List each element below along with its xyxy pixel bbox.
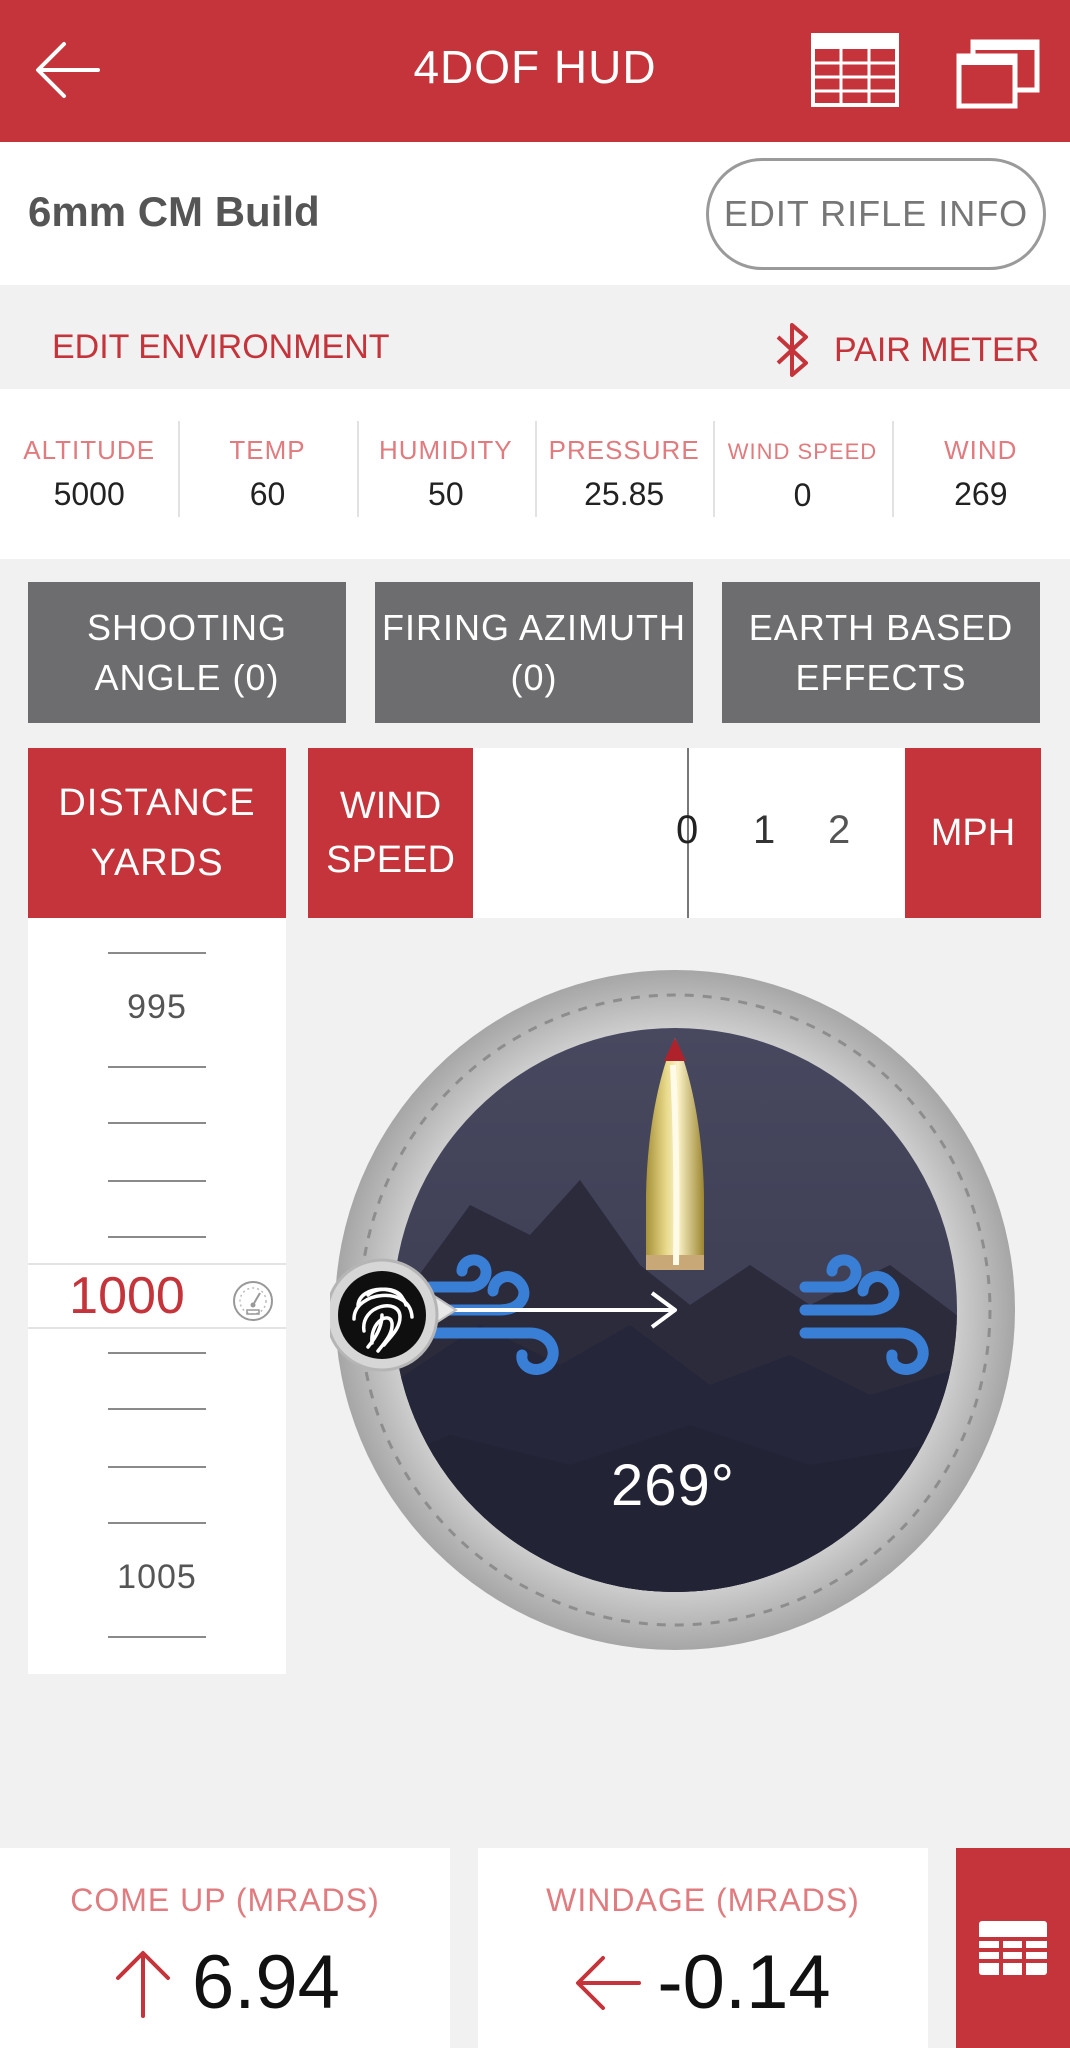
table-button[interactable] xyxy=(810,32,900,108)
edit-environment-link[interactable]: EDIT ENVIRONMENT xyxy=(52,328,390,367)
stat-label: PRESSURE xyxy=(548,435,700,465)
firing-azimuth-button[interactable]: FIRING AZIMUTH (0) xyxy=(375,582,693,723)
wind-speed-header: WIND SPEED xyxy=(308,748,473,918)
table-icon xyxy=(811,33,899,107)
distance-header: DISTANCE YARDS xyxy=(28,748,286,918)
stat-label: WIND xyxy=(944,435,1018,465)
distance-next[interactable]: 1005 xyxy=(28,1558,286,1597)
stat-value: 0 xyxy=(793,477,812,513)
stat-label: HUMIDITY xyxy=(378,435,513,465)
stat-temp[interactable]: TEMP 60 xyxy=(178,389,356,559)
come-up-card[interactable]: COME UP (MRADS) 6.94 xyxy=(0,1848,450,2048)
distance-prev[interactable]: 995 xyxy=(28,988,286,1027)
distance-picker[interactable]: 995 1000 1005 xyxy=(28,918,286,1674)
earth-effects-button[interactable]: EARTH BASED EFFECTS xyxy=(722,582,1040,723)
shooting-angle-button[interactable]: SHOOTING ANGLE (0) xyxy=(28,582,346,723)
stat-humidity[interactable]: HUMIDITY 50 xyxy=(356,389,535,559)
environment-stats: ALTITUDE 5000 TEMP 60 HUMIDITY 50 PRESSU… xyxy=(0,389,1070,559)
stat-value: 25.85 xyxy=(584,476,665,512)
windage-label: WINDAGE (MRADS) xyxy=(546,1882,860,1918)
gauge-icon[interactable] xyxy=(232,1280,274,1322)
app-root: 4DOF HUD 6mm CM Build EDIT RIFLE INFO ED… xyxy=(0,0,1070,2048)
stat-pressure[interactable]: PRESSURE 25.85 xyxy=(534,389,713,559)
wind-direction-readout: 269° xyxy=(611,1453,735,1518)
shooting-angle-line1: SHOOTING xyxy=(86,606,287,648)
environment-row: EDIT ENVIRONMENT PAIR METER xyxy=(0,285,1070,389)
earth-effects-line1: EARTH BASED xyxy=(748,606,1014,648)
picker-tick xyxy=(108,1066,206,1068)
stat-value: 269 xyxy=(954,476,1008,512)
picker-tick xyxy=(108,1180,206,1182)
windage-card[interactable]: WINDAGE (MRADS) -0.14 xyxy=(478,1848,928,2048)
results-bar: COME UP (MRADS) 6.94 WINDAGE (MRADS) -0.… xyxy=(0,1848,1070,2048)
table-icon xyxy=(979,1921,1047,1975)
unit-label: MPH xyxy=(930,811,1016,854)
wind-scale-value: 0 xyxy=(676,808,699,852)
firing-azimuth-line1: FIRING AZIMUTH xyxy=(382,606,686,648)
stat-value: 5000 xyxy=(53,476,125,512)
earth-effects-line2: EFFECTS xyxy=(795,656,967,698)
rifle-row: 6mm CM Build EDIT RIFLE INFO xyxy=(0,142,1070,285)
picker-tick xyxy=(108,952,206,954)
windows-button[interactable] xyxy=(955,30,1043,110)
top-bar: 4DOF HUD xyxy=(0,0,1070,142)
wind-speed-scale[interactable]: 0 1 2 xyxy=(473,748,905,918)
windage-value: -0.14 xyxy=(657,1940,831,2025)
stat-label: ALTITUDE xyxy=(23,435,156,465)
wind-speed-line2: SPEED xyxy=(326,839,455,881)
stat-altitude[interactable]: ALTITUDE 5000 xyxy=(0,389,178,559)
firing-azimuth-line2: (0) xyxy=(510,656,558,698)
stat-label: TEMP xyxy=(229,435,306,465)
picker-tick xyxy=(108,1408,206,1410)
stat-value: 60 xyxy=(249,476,286,512)
wind-scale-value: 1 xyxy=(753,808,776,852)
picker-tick xyxy=(108,1352,206,1354)
rifle-name: 6mm CM Build xyxy=(28,188,320,235)
distance-selected: 1000 xyxy=(69,1267,185,1325)
wind-speed-line1: WIND xyxy=(339,785,442,827)
copy-windows-icon xyxy=(956,39,1040,109)
picker-tick xyxy=(108,1466,206,1468)
picker-tick xyxy=(108,1636,206,1638)
stat-wind[interactable]: WIND 269 xyxy=(891,389,1070,559)
shooting-angle-line2: ANGLE (0) xyxy=(94,656,280,698)
stat-label: WIND SPEED xyxy=(727,439,878,464)
picker-tick xyxy=(108,1122,206,1124)
stat-value: 50 xyxy=(428,476,464,512)
arrow-left-icon xyxy=(576,1955,642,2010)
arrow-up-icon xyxy=(116,1950,171,2018)
pair-meter-label: PAIR METER xyxy=(834,330,1040,369)
wind-compass[interactable] xyxy=(330,965,1020,1655)
edit-rifle-button[interactable]: EDIT RIFLE INFO xyxy=(706,158,1046,270)
distance-header-line2: YARDS xyxy=(90,842,224,884)
picker-tick xyxy=(108,1522,206,1524)
unit-toggle-button[interactable]: MPH xyxy=(905,748,1041,918)
come-up-label: COME UP (MRADS) xyxy=(70,1882,380,1918)
distance-selected-row[interactable]: 1000 xyxy=(28,1263,286,1329)
come-up-value: 6.94 xyxy=(192,1940,340,2025)
dope-table-button[interactable] xyxy=(956,1848,1070,2048)
bluetooth-icon xyxy=(776,323,808,377)
page-title: 4DOF HUD xyxy=(413,41,657,93)
wind-scale-value: 2 xyxy=(828,808,851,852)
distance-header-line1: DISTANCE xyxy=(58,782,256,824)
stat-wind-speed[interactable]: WIND SPEED 0 xyxy=(713,389,891,559)
picker-tick xyxy=(108,1236,206,1238)
pair-meter-button[interactable]: PAIR METER xyxy=(770,321,1039,379)
